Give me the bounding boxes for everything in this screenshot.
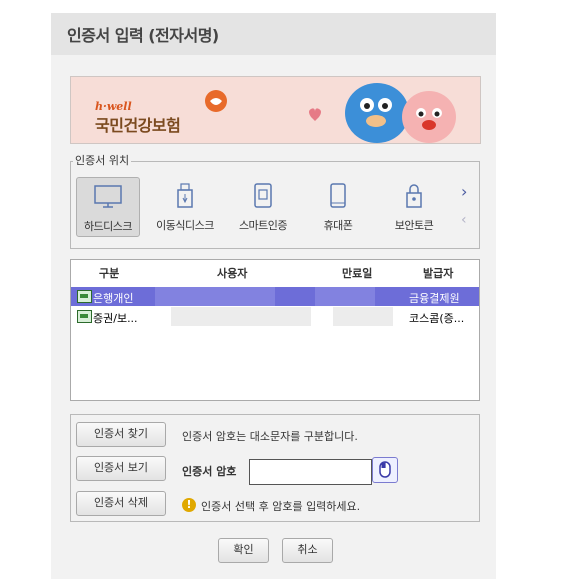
- warning-icon: !: [182, 498, 196, 512]
- location-phone[interactable]: 휴대폰: [307, 177, 369, 235]
- cert-list: 구분 사용자 만료일 발급자 은행개인 금융결제원 증권/보... 코스콤(증.…: [70, 259, 480, 401]
- prev-arrow[interactable]: ‹: [461, 212, 467, 228]
- expiry-mask: [333, 307, 393, 326]
- find-cert-button[interactable]: 인증서 찾기: [76, 422, 166, 447]
- view-cert-button[interactable]: 인증서 보기: [76, 456, 166, 481]
- cert-list-header: 구분 사용자 만료일 발급자: [71, 260, 479, 282]
- next-arrow[interactable]: ›: [461, 182, 467, 201]
- usb-drive-icon: [177, 183, 193, 208]
- cert-icon: [77, 310, 92, 323]
- ok-button[interactable]: 확인: [218, 538, 269, 563]
- mouse-icon: [379, 461, 391, 478]
- location-legend: 인증서 위치: [73, 154, 132, 168]
- dialog-title: 인증서 입력 (전자서명): [67, 26, 219, 45]
- delete-cert-button[interactable]: 인증서 삭제: [76, 491, 166, 516]
- security-token-icon: [406, 184, 422, 208]
- monitor-icon: [94, 185, 122, 208]
- col-expiry: 만료일: [342, 267, 373, 280]
- title-bar: 인증서 입력 (전자서명): [51, 13, 496, 55]
- cert-row[interactable]: 은행개인 금융결제원: [71, 287, 479, 306]
- cert-icon: [77, 290, 92, 303]
- location-smartauth[interactable]: 스마트인증: [232, 177, 294, 235]
- cert-issuer: 금융결제원: [409, 292, 460, 305]
- ad-banner: h·well 국민건강보험: [70, 76, 481, 144]
- cert-type: 은행개인: [93, 292, 134, 305]
- password-input[interactable]: [249, 459, 372, 485]
- cert-dialog: 인증서 입력 (전자서명) h·well 국민건강보험 인증서 위치 하드디스크…: [51, 13, 496, 579]
- user-mask: [155, 287, 275, 306]
- col-issuer: 발급자: [423, 267, 454, 280]
- location-label: 휴대폰: [323, 219, 353, 232]
- phone-icon: [330, 183, 346, 208]
- smart-auth-icon: [254, 183, 272, 208]
- cert-issuer: 코스콤(증...: [409, 312, 465, 325]
- banner-illustration: [205, 83, 456, 143]
- cert-row[interactable]: 증권/보... 코스콤(증...: [71, 307, 479, 326]
- password-label: 인증서 암호: [182, 465, 237, 478]
- cert-type: 증권/보...: [93, 312, 138, 325]
- cancel-button[interactable]: 취소: [282, 538, 333, 563]
- expiry-mask: [315, 287, 375, 306]
- virtual-keyboard-button[interactable]: [372, 457, 398, 483]
- password-hint: 인증서 선택 후 암호를 입력하세요.: [201, 500, 361, 513]
- location-label: 하드디스크: [83, 220, 133, 233]
- location-harddisk[interactable]: 하드디스크: [76, 177, 140, 237]
- location-removable[interactable]: 이동식디스크: [154, 177, 216, 235]
- location-group: 인증서 위치 하드디스크 이동식디스크 스마트인증 휴대폰 보안토큰 › ‹: [70, 154, 480, 249]
- case-notice: 인증서 암호는 대소문자를 구분합니다.: [182, 430, 358, 443]
- user-mask: [171, 307, 311, 326]
- col-user: 사용자: [217, 267, 248, 280]
- location-token[interactable]: 보안토큰: [383, 177, 445, 235]
- location-label: 스마트인증: [238, 219, 288, 232]
- location-label: 보안토큰: [394, 219, 434, 232]
- location-label: 이동식디스크: [156, 219, 214, 232]
- col-type: 구분: [99, 267, 120, 280]
